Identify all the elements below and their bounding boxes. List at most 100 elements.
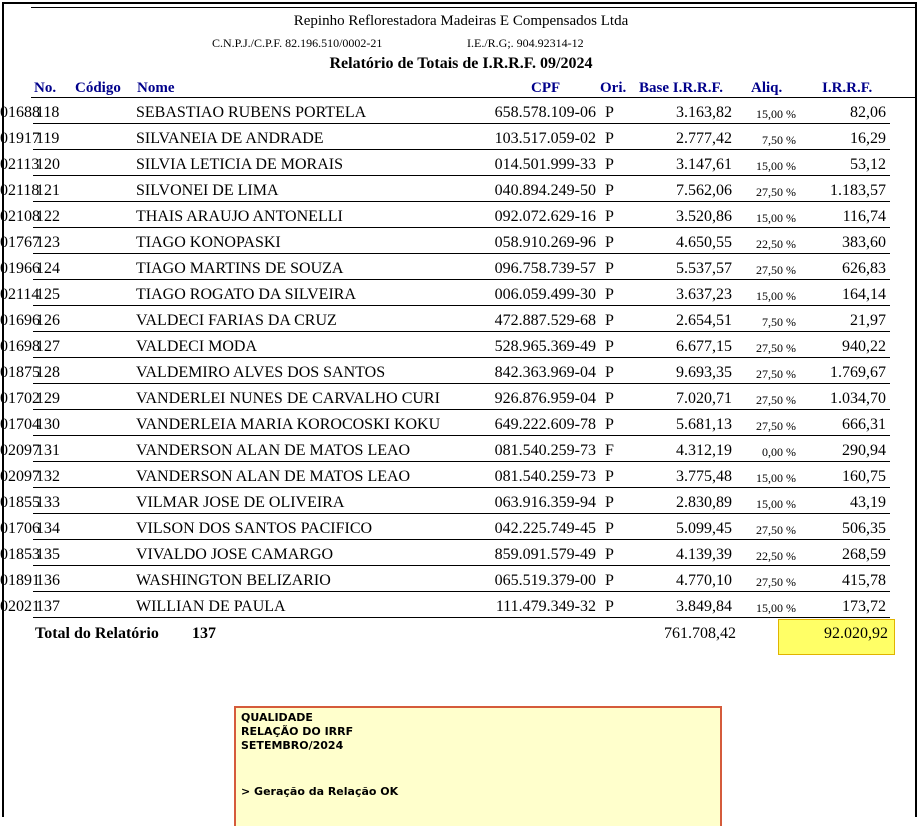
table-row: 132 02097 VANDERSON ALAN DE MATOS LEAO 081.… — [0, 464, 922, 490]
cell-codigo: 01853 — [0, 546, 40, 563]
cell-codigo: 02021 — [0, 598, 40, 615]
row-underline — [33, 357, 890, 358]
cell-aliq: 15,00 % — [756, 497, 796, 511]
cell-cpf: 063.916.359-94 — [494, 494, 596, 511]
cell-base: 4.770,10 — [676, 572, 732, 589]
table-row: 122 02108 THAIS ARAUJO ANTONELLI 092.072.62… — [0, 204, 922, 230]
table-row: 121 02118 SILVONEI DE LIMA 040.894.249-50 P 7… — [0, 178, 922, 204]
cell-irrf: 940,22 — [842, 338, 886, 355]
cell-cpf: 006.059.499-30 — [494, 286, 596, 303]
cell-ori: P — [605, 572, 614, 589]
cell-irrf: 173,72 — [842, 598, 886, 615]
table-row: 135 01853 VIVALDO JOSE CAMARGO 859.091.579-… — [0, 542, 922, 568]
table-row: 127 01698 VALDECI MODA 528.965.369-49 P 6.677… — [0, 334, 922, 360]
cell-nome: WASHINGTON BELIZARIO — [136, 572, 331, 589]
total-label: Total do Relatório — [35, 625, 159, 642]
row-underline — [33, 331, 890, 332]
cell-aliq: 27,50 % — [756, 523, 796, 537]
cell-cpf: 842.363.969-04 — [494, 364, 596, 381]
cell-nome: VANDERSON ALAN DE MATOS LEAO — [136, 468, 411, 485]
row-underline — [33, 617, 890, 618]
cell-base: 9.693,35 — [676, 364, 732, 381]
cell-codigo: 02114 — [0, 286, 40, 303]
cell-aliq: 27,50 % — [756, 393, 796, 407]
cell-aliq: 27,50 % — [756, 419, 796, 433]
cell-cpf: 014.501.999-33 — [494, 156, 596, 173]
cell-base: 3.849,84 — [676, 598, 732, 615]
col-header-codigo: Código — [75, 80, 121, 96]
cell-ori: P — [605, 208, 614, 225]
cell-cpf: 040.894.249-50 — [494, 182, 596, 199]
col-header-no: No. — [34, 80, 57, 96]
cell-ori: P — [605, 312, 614, 329]
cell-cpf: 065.519.379-00 — [494, 572, 596, 589]
row-underline — [33, 539, 890, 540]
cell-irrf: 666,31 — [842, 416, 886, 433]
cell-nome: VANDERLEIA MARIA KOROCOSKI KOKU — [136, 416, 441, 433]
note-line-quality: QUALIDADE — [241, 711, 313, 724]
row-underline — [33, 279, 890, 280]
table-row: 124 01966 TIAGO MARTINS DE SOUZA 096.758.73… — [0, 256, 922, 282]
cell-aliq: 15,00 % — [756, 601, 796, 615]
report-title: Relatório de Totais de I.R.R.F. 09/2024 — [329, 55, 593, 72]
row-underline — [33, 383, 890, 384]
cell-base: 3.147,61 — [676, 156, 732, 173]
total-base: 761.708,42 — [664, 625, 736, 642]
cell-ori: P — [605, 390, 614, 407]
row-underline — [33, 591, 890, 592]
table-row: 120 02113 SILVIA LETICIA DE MORAIS 014.501.… — [0, 152, 922, 178]
cell-codigo: 02108 — [0, 208, 40, 225]
cell-nome: VILSON DOS SANTOS PACIFICO — [136, 520, 373, 537]
col-header-nome: Nome — [137, 80, 175, 96]
cell-nome: SEBASTIAO RUBENS PORTELA — [136, 104, 367, 121]
cell-no: 125 — [36, 286, 60, 303]
cell-ori: P — [605, 130, 614, 147]
cell-nome: VALDEMIRO ALVES DOS SANTOS — [136, 364, 386, 381]
cell-irrf: 164,14 — [842, 286, 886, 303]
cell-aliq: 7,50 % — [762, 133, 796, 147]
row-underline — [33, 487, 890, 488]
col-header-ori: Ori. — [600, 80, 627, 96]
cell-irrf: 53,12 — [850, 156, 886, 173]
cell-aliq: 22,50 % — [756, 237, 796, 251]
cell-codigo: 01704 — [0, 416, 40, 433]
cell-nome: SILVANEIA DE ANDRADE — [136, 130, 324, 147]
cell-ori: P — [605, 260, 614, 277]
cell-base: 3.520,86 — [676, 208, 732, 225]
cell-irrf: 1.034,70 — [830, 390, 886, 407]
table-row: 123 01767 TIAGO KONOPASKI 058.910.269-96 P 4.… — [0, 230, 922, 256]
cell-nome: VANDERLEI NUNES DE CARVALHO CURI — [136, 390, 440, 407]
cell-base: 2.654,51 — [676, 312, 732, 329]
cell-ori: P — [605, 234, 614, 251]
ie-text: I.E./R.G;. 904.92314-12 — [467, 36, 584, 50]
cell-codigo: 02118 — [0, 182, 40, 199]
cell-cpf: 081.540.259-73 — [494, 468, 596, 485]
cell-cpf: 092.072.629-16 — [494, 208, 596, 225]
cell-cpf: 096.758.739-57 — [494, 260, 596, 277]
row-underline — [33, 513, 890, 514]
total-count: 137 — [192, 625, 216, 642]
cell-codigo: 01966 — [0, 260, 40, 277]
cell-base: 2.777,42 — [676, 130, 732, 147]
cell-ori: P — [605, 364, 614, 381]
cell-base: 2.830,89 — [676, 494, 732, 511]
cell-cpf: 111.479.349-32 — [495, 598, 596, 615]
cell-ori: P — [605, 338, 614, 355]
cell-base: 7.020,71 — [676, 390, 732, 407]
cell-cpf: 649.222.609-78 — [494, 416, 596, 433]
cell-aliq: 22,50 % — [756, 549, 796, 563]
cell-cpf: 859.091.579-49 — [494, 546, 596, 563]
cell-base: 7.562,06 — [676, 182, 732, 199]
cell-cpf: 042.225.749-45 — [494, 520, 596, 537]
cell-no: 120 — [36, 156, 60, 173]
row-underline — [33, 305, 890, 306]
cell-nome: VIVALDO JOSE CAMARGO — [136, 546, 334, 563]
col-header-irrf: I.R.R.F. — [822, 80, 873, 96]
row-underline — [33, 175, 890, 176]
table-row: 133 01855 VILMAR JOSE DE OLIVEIRA 063.916.3… — [0, 490, 922, 516]
cell-base: 4.139,39 — [676, 546, 732, 563]
cell-nome: TIAGO KONOPASKI — [136, 234, 281, 251]
cell-ori: P — [605, 494, 614, 511]
row-underline — [33, 409, 890, 410]
cell-codigo: 02097 — [0, 442, 40, 459]
